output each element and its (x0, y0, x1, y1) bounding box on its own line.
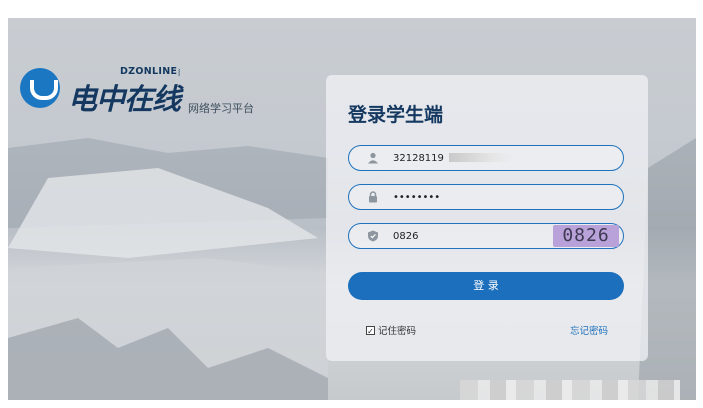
login-title: 登录学生端 (348, 104, 444, 126)
brand-logo: DZONLINE ⧘ 电中在线 网络学习平台 (20, 62, 280, 122)
redacted-username (449, 153, 513, 162)
brand-name-cn: 电中在线 (68, 82, 181, 116)
login-panel: 登录学生端 0826 登 录 ✓ 记住密码 忘记密码 (326, 75, 648, 361)
pixelated-area (460, 380, 680, 400)
captcha-field[interactable]: 0826 (348, 223, 624, 249)
remember-password[interactable]: ✓ 记住密码 (366, 323, 416, 337)
remember-label: 记住密码 (378, 326, 417, 337)
lock-icon (366, 190, 379, 203)
page: DZONLINE ⧘ 电中在线 网络学习平台 登录学生端 0826 登 (0, 0, 703, 408)
username-field[interactable] (348, 145, 624, 171)
password-input[interactable] (393, 188, 593, 206)
login-button[interactable]: 登 录 (348, 272, 624, 300)
forgot-password-link[interactable]: 忘记密码 (570, 323, 608, 337)
brand-subtitle: 网络学习平台 (188, 102, 254, 115)
captcha-image[interactable]: 0826 (553, 225, 619, 247)
password-field[interactable] (348, 184, 624, 210)
shield-icon (366, 229, 379, 242)
user-icon (366, 151, 379, 164)
logo-mark-icon (20, 68, 60, 108)
remember-checkbox[interactable]: ✓ (366, 325, 375, 336)
